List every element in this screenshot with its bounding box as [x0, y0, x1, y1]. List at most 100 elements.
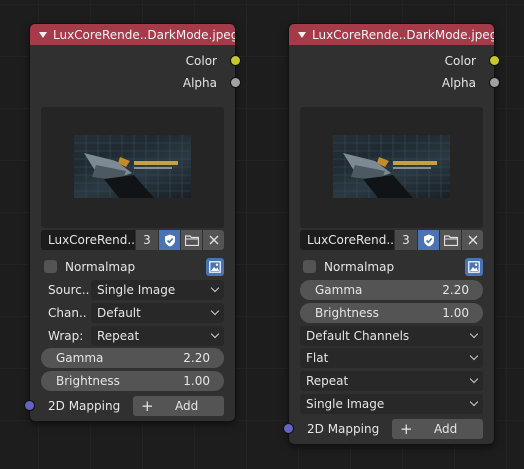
chevron-down-icon: [469, 397, 479, 407]
source-dropdown[interactable]: Single Image: [300, 394, 483, 414]
mapping-row: 2D Mapping + Add: [284, 419, 483, 439]
brightness-value: 1.00: [183, 374, 210, 388]
image-preview: [300, 107, 483, 228]
gamma-label: Gamma: [56, 351, 104, 365]
add-mapping-button[interactable]: + Add: [133, 396, 224, 416]
projection-row: Flat: [300, 348, 483, 368]
chevron-down-icon: [469, 329, 479, 339]
output-color-label: Color: [185, 54, 217, 68]
node-header[interactable]: LuxCoreRende..DarkMode.jpeg: [289, 24, 494, 45]
close-icon[interactable]: [203, 230, 224, 250]
gamma-value: 2.20: [183, 351, 210, 365]
channels-value: Default Channels: [306, 329, 410, 343]
output-alpha-label: Alpha: [182, 76, 217, 90]
normalmap-checkbox[interactable]: [44, 260, 57, 273]
chevron-down-icon: [210, 306, 220, 316]
gamma-row: Gamma 2.20: [41, 348, 224, 368]
output-alpha: Alpha: [441, 74, 499, 92]
brightness-slider[interactable]: Brightness 1.00: [41, 371, 224, 391]
mapping-label: 2D Mapping: [307, 422, 380, 436]
color-output-socket[interactable]: [231, 56, 240, 65]
normalmap-row: Normalmap: [41, 257, 224, 277]
alpha-output-socket[interactable]: [231, 78, 240, 87]
image-texture-node-right[interactable]: LuxCoreRende..DarkMode.jpeg Color Alpha: [284, 24, 499, 444]
normalmap-label: Normalmap: [324, 260, 395, 274]
wrap-dropdown[interactable]: Repeat: [300, 371, 483, 391]
output-alpha: Alpha: [182, 74, 240, 92]
add-label: Add: [175, 399, 199, 413]
image-selector: LuxCoreRend.. 3: [41, 230, 224, 250]
image-selector: LuxCoreRend.. 3: [300, 230, 483, 250]
source-value: Single Image: [97, 283, 176, 297]
gamma-value: 2.20: [442, 283, 469, 297]
plus-icon: +: [141, 397, 154, 415]
node-title: LuxCoreRende..DarkMode.jpeg: [312, 27, 494, 42]
brightness-value: 1.00: [442, 306, 469, 320]
close-icon[interactable]: [462, 230, 483, 250]
image-name-field[interactable]: LuxCoreRend..: [41, 230, 135, 250]
brightness-slider[interactable]: Brightness 1.00: [300, 303, 483, 323]
wrap-label: Wrap:: [48, 329, 84, 343]
image-preview: [41, 107, 224, 228]
mapping-input-socket[interactable]: [25, 401, 34, 410]
image-thumbnail: [333, 135, 450, 198]
source-dropdown[interactable]: Single Image: [91, 280, 224, 300]
wrap-value: Repeat: [306, 374, 349, 388]
output-alpha-label: Alpha: [441, 76, 476, 90]
collapse-arrow-icon[interactable]: [298, 31, 306, 38]
brightness-label: Brightness: [315, 306, 379, 320]
collapse-arrow-icon[interactable]: [39, 31, 47, 38]
brightness-row: Brightness 1.00: [41, 371, 224, 391]
node-header[interactable]: LuxCoreRende..DarkMode.jpeg: [30, 24, 235, 45]
alpha-output-socket[interactable]: [490, 78, 499, 87]
chevron-down-icon: [210, 329, 220, 339]
folder-icon[interactable]: [181, 230, 203, 250]
channels-value: Default: [97, 306, 141, 320]
source-row: Sourc.. Single Image: [41, 280, 224, 300]
channels-label: Chan..: [48, 306, 87, 320]
output-color: Color: [185, 52, 240, 70]
mapping-input-socket[interactable]: [284, 424, 293, 433]
image-thumbnail: [74, 135, 191, 198]
gamma-slider[interactable]: Gamma 2.20: [300, 280, 483, 300]
output-color-label: Color: [444, 54, 476, 68]
plus-icon: +: [400, 420, 413, 438]
image-texture-node-left[interactable]: LuxCoreRende..DarkMode.jpeg Color Alpha: [25, 24, 240, 421]
output-color: Color: [444, 52, 499, 70]
wrap-row: Repeat: [300, 371, 483, 391]
wrap-row: Wrap: Repeat: [41, 326, 224, 346]
chevron-down-icon: [469, 374, 479, 384]
normalmap-row: Normalmap: [300, 257, 483, 277]
shield-check-icon[interactable]: [418, 230, 440, 250]
wrap-value: Repeat: [97, 329, 140, 343]
image-users-count[interactable]: 3: [394, 230, 418, 250]
image-icon[interactable]: [206, 258, 224, 276]
gamma-label: Gamma: [315, 283, 363, 297]
color-output-socket[interactable]: [490, 56, 499, 65]
source-value: Single Image: [306, 397, 385, 411]
source-label: Sourc..: [48, 283, 90, 297]
channels-dropdown[interactable]: Default: [91, 303, 224, 323]
projection-value: Flat: [306, 351, 329, 365]
source-row: Single Image: [300, 394, 483, 414]
normalmap-label: Normalmap: [65, 260, 136, 274]
projection-dropdown[interactable]: Flat: [300, 348, 483, 368]
folder-icon[interactable]: [440, 230, 462, 250]
channels-dropdown[interactable]: Default Channels: [300, 326, 483, 346]
channels-row: Default Channels: [300, 326, 483, 346]
chevron-down-icon: [210, 283, 220, 293]
gamma-slider[interactable]: Gamma 2.20: [41, 348, 224, 368]
wrap-dropdown[interactable]: Repeat: [91, 326, 224, 346]
image-icon[interactable]: [465, 258, 483, 276]
chevron-down-icon: [469, 351, 479, 361]
add-mapping-button[interactable]: + Add: [392, 419, 483, 439]
mapping-row: 2D Mapping + Add: [25, 396, 224, 416]
gamma-row: Gamma 2.20: [300, 280, 483, 300]
image-users-count[interactable]: 3: [135, 230, 159, 250]
mapping-label: 2D Mapping: [48, 399, 121, 413]
normalmap-checkbox[interactable]: [303, 260, 316, 273]
shield-check-icon[interactable]: [159, 230, 181, 250]
brightness-label: Brightness: [56, 374, 120, 388]
image-name-field[interactable]: LuxCoreRend..: [300, 230, 394, 250]
add-label: Add: [434, 422, 458, 436]
